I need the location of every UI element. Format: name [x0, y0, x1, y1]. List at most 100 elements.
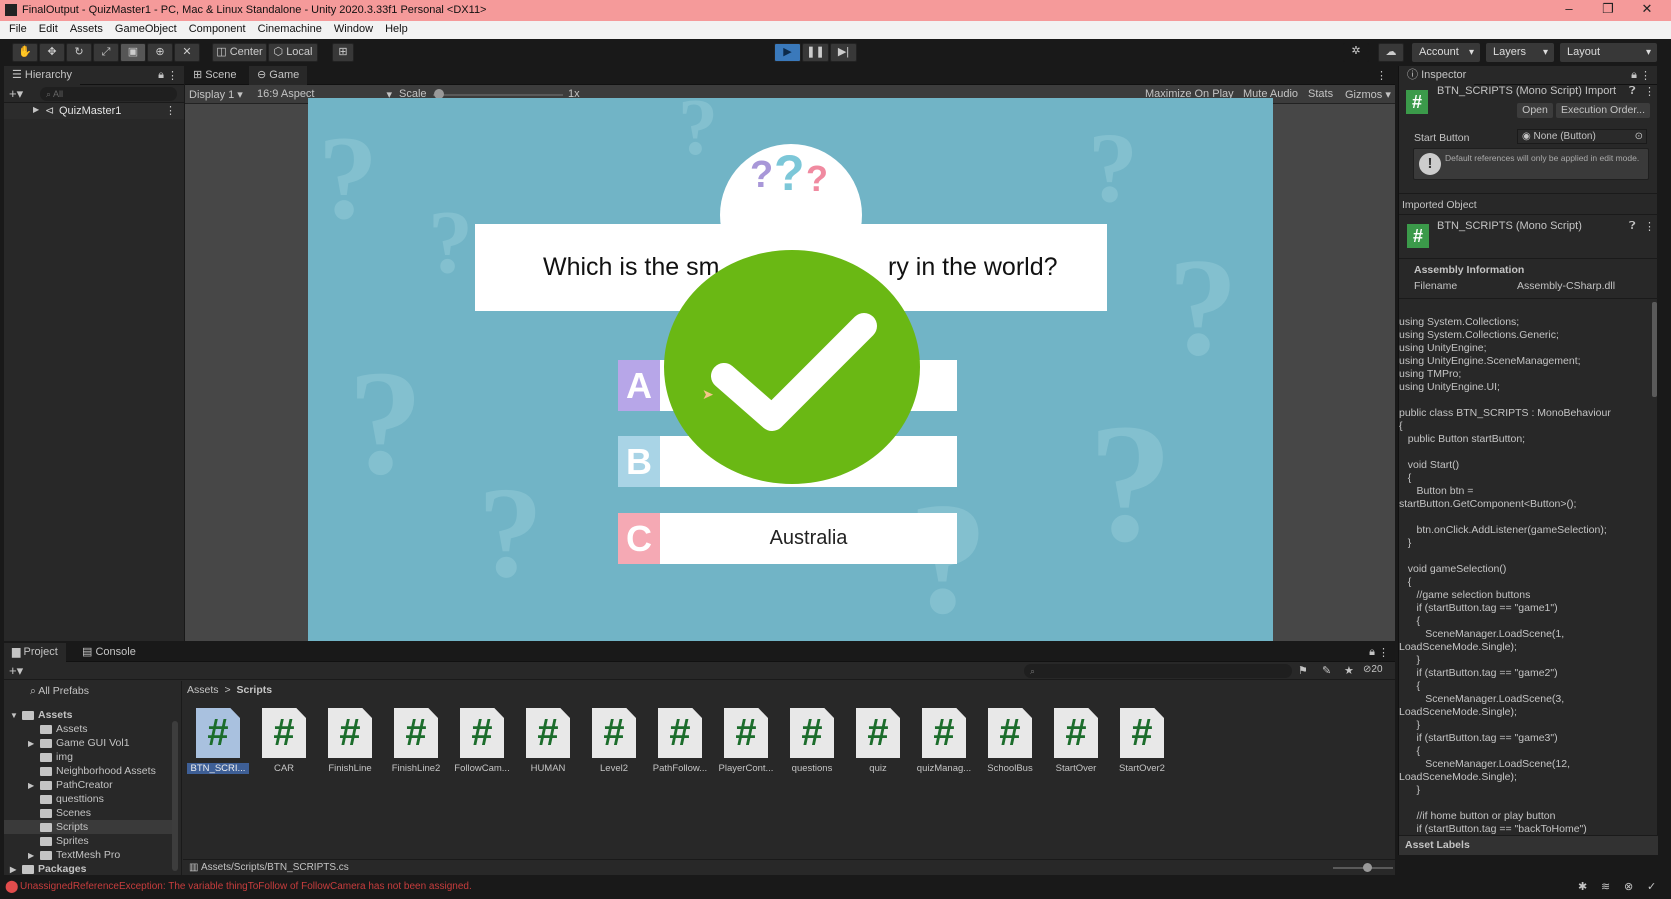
layers-stack-icon[interactable]: ≋: [1601, 880, 1610, 893]
tab-game[interactable]: ⊖ Game: [249, 66, 308, 85]
pivot-local-button[interactable]: ⬡ Local: [268, 43, 318, 62]
custom-tool-icon[interactable]: ✕: [174, 43, 200, 62]
script-asset[interactable]: # SchoolBus: [979, 708, 1041, 774]
breadcrumb-scripts[interactable]: Scripts: [237, 684, 273, 696]
script-asset[interactable]: # PathFollow...: [649, 708, 711, 774]
create-button[interactable]: +▾: [9, 663, 23, 679]
tab-scene[interactable]: ⊞ Scene: [185, 66, 244, 85]
script-asset[interactable]: # BTN_SCRI...: [187, 708, 249, 774]
menu-gameobject[interactable]: GameObject: [115, 21, 177, 35]
panel-menu-icon[interactable]: ⋮: [1376, 69, 1387, 82]
folder-tree-item[interactable]: Scripts: [4, 820, 174, 834]
menu-file[interactable]: File: [9, 21, 27, 35]
scale-slider[interactable]: [433, 94, 563, 96]
rect-tool-icon[interactable]: ▣: [120, 43, 146, 62]
lock-icon[interactable]: 🔒︎: [1631, 69, 1637, 82]
execution-order-button[interactable]: Execution Order...: [1556, 103, 1650, 118]
answer-option-c[interactable]: C Australia: [618, 513, 957, 564]
step-button[interactable]: ▶|: [830, 43, 857, 62]
tab-hierarchy[interactable]: ☰ Hierarchy: [4, 66, 80, 85]
gizmos-dropdown[interactable]: Gizmos ▾: [1345, 88, 1391, 101]
folder-tree-item[interactable]: Neighborhood Assets: [4, 764, 174, 778]
status-error-text[interactable]: UnassignedReferenceException: The variab…: [20, 881, 472, 892]
folder-tree-item[interactable]: ▶ PathCreator: [4, 778, 174, 792]
cloud-icon[interactable]: ☁: [1378, 43, 1404, 62]
account-dropdown[interactable]: Account: [1412, 43, 1480, 62]
folder-tree-item[interactable]: ▼ Assets: [4, 708, 174, 722]
maximize-button[interactable]: ❐: [1593, 1, 1623, 17]
kebab-menu-icon[interactable]: ⋮: [1640, 69, 1651, 82]
folder-tree-item[interactable]: ▶ TextMesh Pro: [4, 848, 174, 862]
icon-size-slider-handle[interactable]: [1363, 863, 1372, 872]
script-asset[interactable]: # FollowCam...: [451, 708, 513, 774]
expand-arrow-icon[interactable]: ▶: [28, 849, 40, 863]
layout-dropdown[interactable]: Layout: [1560, 43, 1657, 62]
lock-icon[interactable]: 🔒︎: [1369, 646, 1375, 659]
object-picker-icon[interactable]: ⊙: [1635, 130, 1643, 143]
check-circle-icon[interactable]: ✓: [1647, 880, 1656, 893]
hierarchy-search-input[interactable]: ⌕ All: [40, 87, 177, 101]
menu-window[interactable]: Window: [334, 21, 373, 35]
script-asset[interactable]: # FinishLine: [319, 708, 381, 774]
folder-tree-item[interactable]: ▶ Game GUI Vol1: [4, 736, 174, 750]
settings-icon[interactable]: ⋮: [1644, 85, 1655, 98]
menu-cinemachine[interactable]: Cinemachine: [258, 21, 322, 35]
hierarchy-item-root[interactable]: ▶ ⊲ QuizMaster1 ⋮: [4, 103, 184, 119]
script-asset[interactable]: # quiz: [847, 708, 909, 774]
kebab-menu-icon[interactable]: ⋮: [1378, 646, 1389, 659]
display-dropdown[interactable]: Display 1 ▾: [189, 88, 243, 101]
filter-type-icon[interactable]: ⚑: [1298, 664, 1308, 677]
script-asset[interactable]: # Level2: [583, 708, 645, 774]
item-menu-icon[interactable]: ⋮: [165, 104, 176, 117]
bug-icon[interactable]: ✱: [1578, 880, 1587, 893]
help-icon[interactable]: ❓︎: [1629, 85, 1636, 98]
transform-tool-icon[interactable]: ⊕: [147, 43, 173, 62]
script-asset[interactable]: # quizManag...: [913, 708, 975, 774]
tab-inspector[interactable]: ⓘ Inspector: [1399, 66, 1475, 85]
menu-help[interactable]: Help: [385, 21, 408, 35]
game-view[interactable]: ? ? ? ? ? ? ? ? ? ? ? ? Which is the sm …: [308, 98, 1273, 641]
script-asset[interactable]: # PlayerCont...: [715, 708, 777, 774]
collab-icon[interactable]: ✲: [1343, 43, 1369, 62]
close-button[interactable]: ✕: [1632, 1, 1662, 17]
rotate-tool-icon[interactable]: ↻: [66, 43, 92, 62]
favorite-star-icon[interactable]: ★: [1344, 664, 1354, 677]
script-asset[interactable]: # FinishLine2: [385, 708, 447, 774]
all-prefabs-item[interactable]: ⌕ All Prefabs: [30, 685, 89, 698]
folder-tree-item[interactable]: Scenes: [4, 806, 174, 820]
pivot-center-button[interactable]: ◫ Center: [212, 43, 267, 62]
expand-arrow-icon[interactable]: ▶: [10, 863, 22, 877]
menu-assets[interactable]: Assets: [70, 21, 103, 35]
folder-tree-item[interactable]: questtions: [4, 792, 174, 806]
minimize-button[interactable]: –: [1554, 1, 1584, 16]
play-button[interactable]: ▶: [774, 43, 801, 62]
settings-icon[interactable]: ⋮: [1644, 220, 1655, 233]
menu-component[interactable]: Component: [189, 21, 246, 35]
script-asset[interactable]: # HUMAN: [517, 708, 579, 774]
filter-label-icon[interactable]: ✎: [1322, 664, 1331, 677]
script-asset[interactable]: # questions: [781, 708, 843, 774]
kebab-menu-icon[interactable]: ⋮: [167, 69, 178, 82]
open-button[interactable]: Open: [1517, 103, 1553, 118]
pause-button[interactable]: ❚❚: [802, 43, 829, 62]
tree-scrollbar[interactable]: [172, 721, 178, 871]
project-search-input[interactable]: ⌕: [1024, 664, 1292, 678]
move-tool-icon[interactable]: ✥: [39, 43, 65, 62]
add-button[interactable]: +▾: [9, 86, 23, 102]
script-asset[interactable]: # CAR: [253, 708, 315, 774]
folder-tree-item[interactable]: Assets: [4, 722, 174, 736]
tab-console[interactable]: ▤ Console: [74, 643, 144, 662]
help-icon[interactable]: ❓︎: [1629, 220, 1636, 233]
expand-arrow-icon[interactable]: ▶: [28, 779, 40, 793]
tab-project[interactable]: ▆ Project: [4, 643, 66, 662]
layers-dropdown[interactable]: Layers: [1486, 43, 1554, 62]
hidden-packages-toggle[interactable]: ⊘20: [1363, 664, 1383, 675]
hand-tool-icon[interactable]: ✋: [12, 43, 38, 62]
grid-snap-icon[interactable]: ⊞: [332, 43, 354, 62]
breadcrumb-assets[interactable]: Assets: [187, 684, 219, 696]
script-asset[interactable]: # StartOver2: [1111, 708, 1173, 774]
script-asset[interactable]: # StartOver: [1045, 708, 1107, 774]
scale-tool-icon[interactable]: ⤢: [93, 43, 119, 62]
stats-toggle[interactable]: Stats: [1308, 88, 1333, 100]
folder-tree-item[interactable]: Sprites: [4, 834, 174, 848]
